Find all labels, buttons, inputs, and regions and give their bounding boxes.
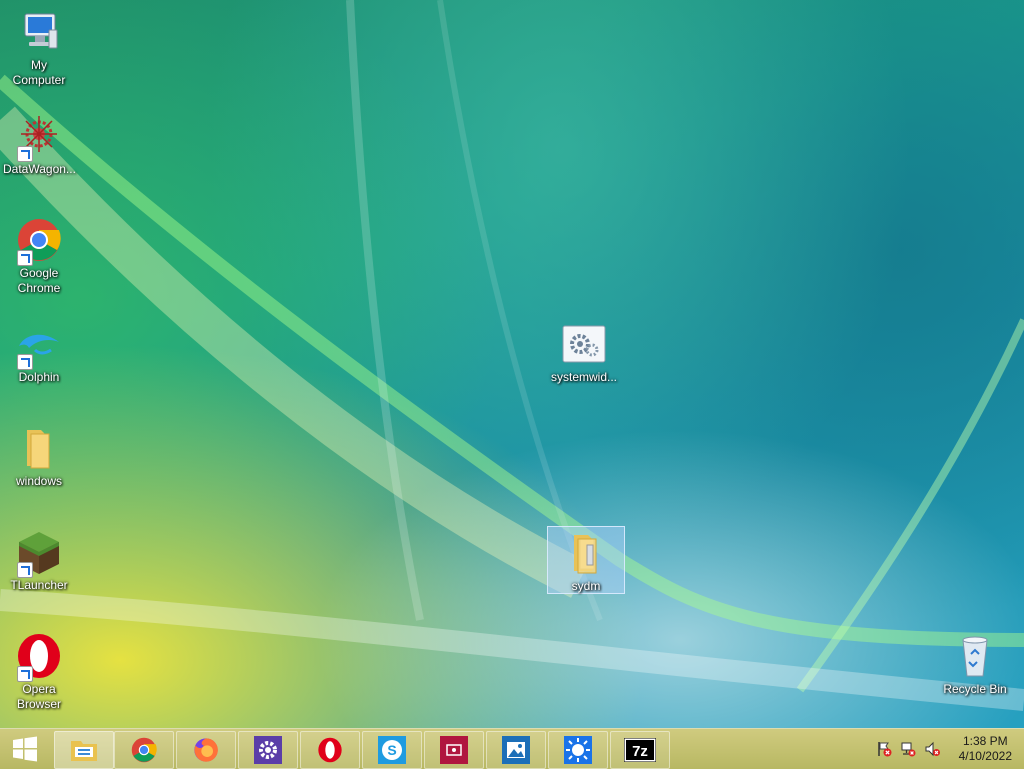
desktop-icon-google-chrome[interactable]: Google Chrome: [1, 216, 77, 296]
shortcut-arrow-icon: [17, 354, 33, 370]
chrome-icon: [15, 216, 63, 266]
folder-icon: [15, 424, 63, 472]
grass-block-icon: [15, 528, 63, 578]
taskbar-brightness-app[interactable]: [548, 731, 608, 769]
taskbar-file-explorer[interactable]: [54, 731, 114, 769]
desktop-icon-opera-browser[interactable]: Opera Browser: [1, 632, 77, 712]
skype-icon: S: [378, 736, 406, 764]
taskbar: S 7z 1:38 PM 4/10/2022: [0, 728, 1024, 769]
shortcut-arrow-icon: [17, 562, 33, 578]
computer-icon: [15, 8, 63, 56]
datawagon-icon: [15, 112, 63, 162]
folder-with-files-icon: [562, 529, 610, 577]
icon-label: Google Chrome: [17, 266, 61, 295]
media-app-icon: [440, 736, 468, 764]
desktop-icon-datawagon[interactable]: DataWagon...: [1, 112, 77, 177]
icon-label: windows: [15, 474, 63, 488]
desktop-icon-recycle-bin[interactable]: Recycle Bin: [937, 632, 1013, 697]
taskbar-settings[interactable]: [238, 731, 298, 769]
icon-label: Opera Browser: [16, 682, 61, 711]
taskbar-photos[interactable]: [486, 731, 546, 769]
svg-text:7z: 7z: [632, 743, 648, 760]
icon-label: systemwid...: [550, 370, 617, 384]
taskbar-opera[interactable]: [300, 731, 360, 769]
opera-icon: [15, 632, 63, 682]
settings-gear-icon: [254, 736, 282, 764]
icon-label: Dolphin: [18, 370, 60, 384]
taskbar-7zip[interactable]: 7z: [610, 731, 670, 769]
network-icon[interactable]: [900, 741, 916, 757]
chrome-icon: [131, 737, 157, 763]
taskbar-firefox[interactable]: [176, 731, 236, 769]
file-explorer-icon: [71, 741, 97, 761]
icon-label: sydm: [571, 579, 601, 593]
dolphin-icon: [15, 320, 63, 370]
action-center-flag-icon[interactable]: [876, 741, 892, 757]
desktop-icon-windows-folder[interactable]: windows: [1, 424, 77, 489]
shortcut-arrow-icon: [17, 146, 33, 162]
shortcut-arrow-icon: [17, 250, 33, 266]
volume-muted-icon[interactable]: [924, 741, 940, 757]
taskbar-media-app[interactable]: [424, 731, 484, 769]
svg-text:S: S: [387, 742, 396, 758]
start-button[interactable]: [0, 729, 50, 769]
brightness-icon: [564, 736, 592, 764]
desktop-icon-my-computer[interactable]: My Computer: [1, 8, 77, 88]
desktop-icon-dolphin[interactable]: Dolphin: [1, 320, 77, 385]
settings-file-icon: [560, 320, 608, 368]
shortcut-arrow-icon: [17, 666, 33, 682]
firefox-icon: [194, 738, 218, 762]
desktop-icon-systemwide[interactable]: systemwid...: [546, 320, 622, 385]
icon-label: My Computer: [12, 58, 66, 87]
clock-time: 1:38 PM: [962, 734, 1008, 748]
icon-label: Recycle Bin: [943, 682, 1007, 696]
7zip-icon: 7z: [624, 738, 656, 762]
desktop-icon-sydm[interactable]: sydm: [547, 526, 625, 594]
clock-date: 4/10/2022: [958, 749, 1012, 763]
windows-logo-icon: [13, 736, 37, 762]
system-tray: 1:38 PM 4/10/2022: [864, 729, 1024, 769]
clock[interactable]: 1:38 PM 4/10/2022: [959, 734, 1012, 764]
icon-label: TLauncher: [10, 578, 68, 592]
desktop[interactable]: My Computer DataWagon... Google Chrome D…: [0, 0, 1024, 728]
icon-label: DataWagon...: [3, 162, 76, 176]
taskbar-skype[interactable]: S: [362, 731, 422, 769]
opera-icon: [318, 737, 342, 763]
wallpaper-swoosh: [0, 0, 1024, 711]
taskbar-chrome[interactable]: [114, 731, 174, 769]
desktop-icon-tlauncher[interactable]: TLauncher: [1, 528, 77, 593]
recycle-bin-icon: [951, 632, 999, 680]
photos-icon: [502, 736, 530, 764]
